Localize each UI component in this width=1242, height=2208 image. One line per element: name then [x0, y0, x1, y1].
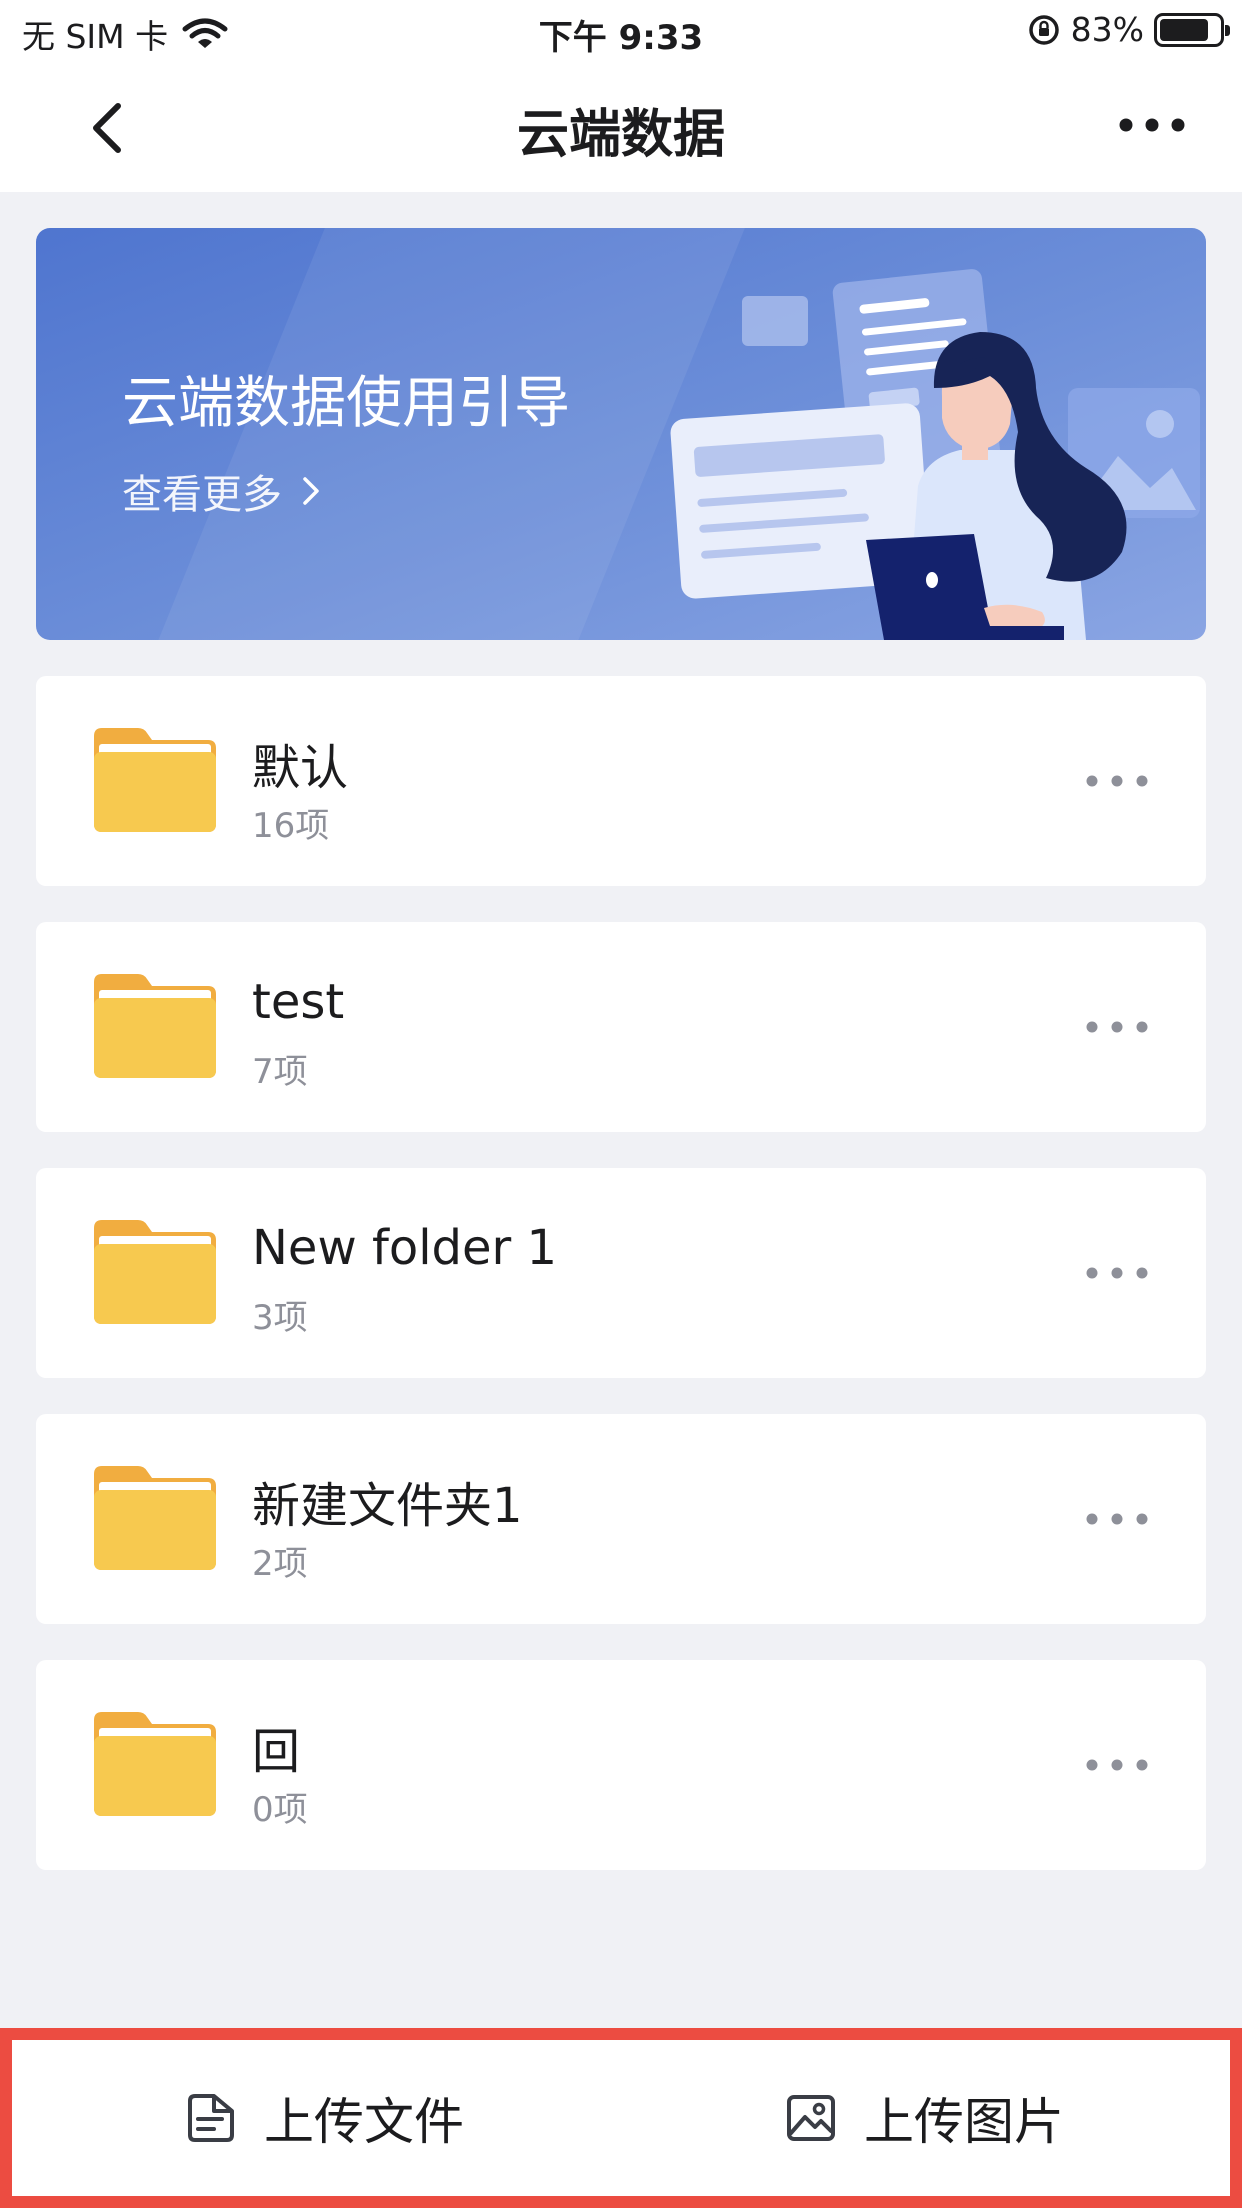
folder-more-button[interactable]: [1084, 1750, 1150, 1780]
illustration-woman-laptop: [670, 269, 1200, 640]
guide-banner[interactable]: 云端数据使用引导 查看更多: [36, 228, 1206, 640]
folder-card[interactable]: New folder 1 3项: [36, 1168, 1206, 1378]
folder-card[interactable]: 新建文件夹1 2项: [36, 1414, 1206, 1624]
upload-image-button[interactable]: 上传图片: [784, 2082, 1064, 2154]
folder-card[interactable]: test 7项: [36, 922, 1206, 1132]
folder-name: test: [252, 974, 345, 1030]
folder-card[interactable]: 默认 16项: [36, 676, 1206, 886]
bottom-action-bar: 上传文件 上传图片: [0, 2028, 1242, 2208]
banner-more-link[interactable]: 查看更多: [122, 462, 322, 520]
battery-icon: [1154, 12, 1230, 47]
status-right: 83%: [1027, 10, 1230, 49]
navigation-bar: 云端数据: [0, 62, 1242, 192]
chevron-right-icon: [303, 477, 319, 505]
banner-more-label: 查看更多: [122, 472, 282, 518]
battery-percent: 83%: [1070, 10, 1144, 49]
banner-title: 云端数据使用引导: [122, 371, 570, 436]
status-bar: 无 SIM 卡 下午 9:33 83%: [0, 0, 1242, 62]
folder-card[interactable]: 回 0项: [36, 1660, 1206, 1870]
folder-icon: [94, 974, 216, 1078]
folder-icon: [94, 728, 216, 832]
battery-fill: [1160, 18, 1209, 41]
folder-more-button[interactable]: [1084, 1258, 1150, 1288]
upload-file-label: 上传文件: [264, 2093, 464, 2151]
more-options-button[interactable]: [1116, 110, 1188, 140]
folder-name: 新建文件夹1: [252, 1478, 523, 1534]
folder-more-button[interactable]: [1084, 1504, 1150, 1534]
folder-name: New folder 1: [252, 1220, 558, 1276]
folder-icon: [94, 1712, 216, 1816]
upload-image-label: 上传图片: [864, 2093, 1064, 2151]
folder-name: 默认: [252, 740, 349, 796]
folder-icon: [94, 1466, 216, 1570]
folder-item-count: 0项: [252, 1790, 308, 1830]
folder-item-count: 3项: [252, 1298, 308, 1338]
folder-item-count: 2项: [252, 1544, 308, 1584]
page-title: 云端数据: [516, 105, 725, 165]
orientation-lock-icon: [1028, 14, 1059, 45]
folder-icon: [94, 1220, 216, 1324]
folder-item-count: 7项: [252, 1052, 308, 1092]
folder-name: 回: [252, 1724, 301, 1780]
image-icon: [787, 2095, 835, 2141]
folder-item-count: 16项: [252, 806, 330, 846]
upload-file-button[interactable]: 上传文件: [184, 2082, 464, 2154]
folder-more-button[interactable]: [1084, 766, 1150, 796]
document-icon: [188, 2094, 234, 2142]
folder-more-button[interactable]: [1084, 1012, 1150, 1042]
